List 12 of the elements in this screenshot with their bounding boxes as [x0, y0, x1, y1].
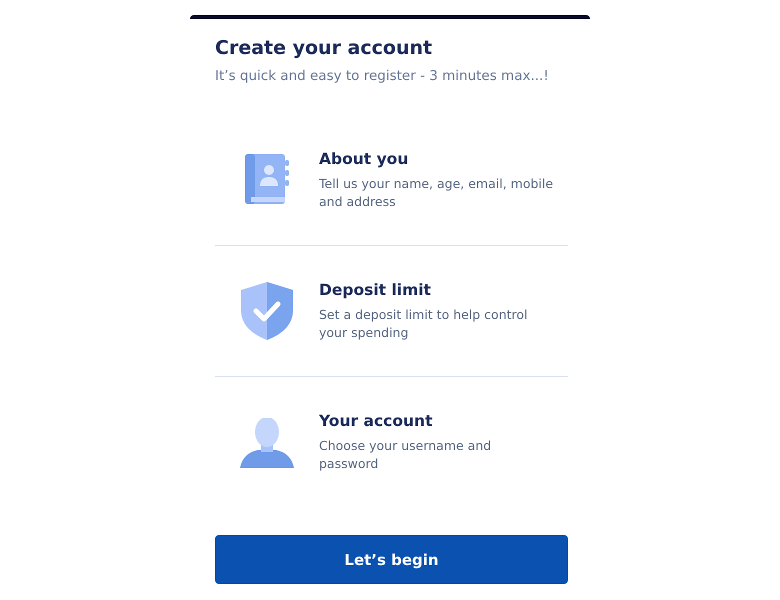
step-description: Set a deposit limit to help control your spending — [319, 306, 529, 342]
begin-button[interactable]: Let’s begin — [215, 535, 568, 584]
step-description: Choose your username and password — [319, 437, 492, 474]
book-icon — [244, 154, 290, 206]
shield-icon — [241, 282, 293, 340]
step-description: Tell us your name, age, email, mobile and address — [319, 174, 554, 211]
page-title: Create your account — [215, 36, 434, 61]
person-icon — [240, 418, 294, 468]
page-subtitle: It’s quick and easy to register - 3 minutes max...! — [215, 67, 550, 86]
step-title: Your account — [319, 412, 434, 432]
step-title: Deposit limit — [319, 280, 432, 300]
step-title: About you — [319, 150, 410, 169]
